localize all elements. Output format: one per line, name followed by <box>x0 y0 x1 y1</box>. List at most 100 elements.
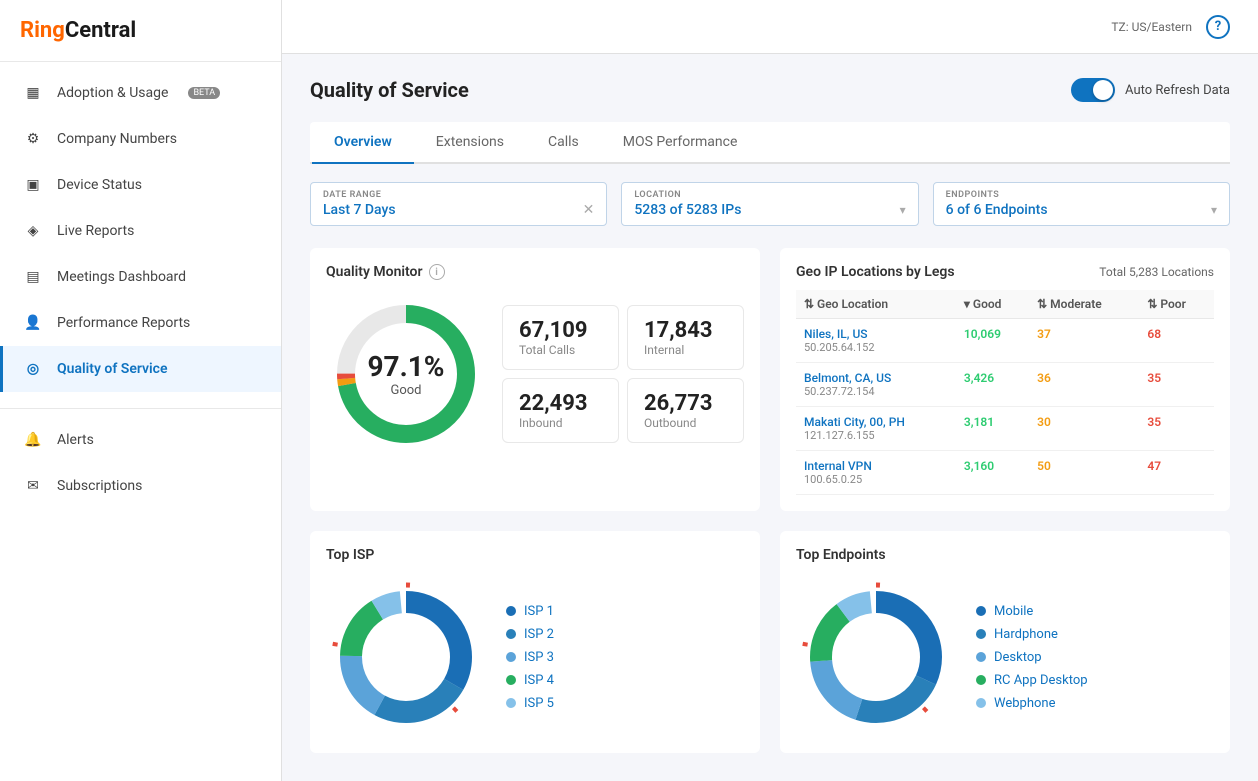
nav-label-device-status: Device Status <box>57 177 142 193</box>
sidebar-item-live-reports[interactable]: ◈ Live Reports <box>0 208 281 254</box>
legend-dot <box>506 698 516 708</box>
sidebar-item-performance-reports[interactable]: 👤 Performance Reports <box>0 300 281 346</box>
internal-label: Internal <box>644 343 727 357</box>
auto-refresh-toggle[interactable] <box>1071 78 1115 102</box>
alerts-icon: 🔔 <box>23 430 43 450</box>
isp-legend-isp-1[interactable]: ISP 1 <box>506 604 554 619</box>
legend-label: ISP 4 <box>524 673 554 688</box>
nav-badge-adoption: BETA <box>188 87 220 99</box>
help-icon[interactable]: ? <box>1206 15 1230 39</box>
tab-mos-performance[interactable]: MOS Performance <box>601 122 760 164</box>
top-endpoints-section: Top Endpoints MobileHardphon <box>780 531 1230 753</box>
endpoints-dropdown-arrow[interactable]: ▾ <box>1211 203 1217 217</box>
adoption-icon: ▦ <box>23 83 43 103</box>
table-row: Internal VPN 100.65.0.25 3,160 50 47 <box>796 451 1214 495</box>
top-endpoints-donut <box>796 577 956 737</box>
sidebar-item-subscriptions[interactable]: ✉ Subscriptions <box>0 463 281 509</box>
endpoints-filter[interactable]: ENDPOINTS 6 of 6 Endpoints ▾ <box>933 182 1230 226</box>
geo-moderate-cell: 30 <box>1029 407 1139 451</box>
location-filter[interactable]: LOCATION 5283 of 5283 IPs ▾ <box>621 182 918 226</box>
legend-dot <box>976 675 986 685</box>
sidebar-item-meetings-dashboard[interactable]: ▤ Meetings Dashboard <box>0 254 281 300</box>
topbar: TZ: US/Eastern ? <box>282 0 1258 54</box>
sidebar-item-alerts[interactable]: 🔔 Alerts <box>0 417 281 463</box>
geo-location-cell[interactable]: Belmont, CA, US 50.237.72.154 <box>796 363 956 407</box>
geo-col-poor[interactable]: ⇅ Poor <box>1139 290 1214 319</box>
internal-stat: 17,843 Internal <box>627 305 744 370</box>
isp-legend-isp-2[interactable]: ISP 2 <box>506 627 554 642</box>
nav-label-quality-of-service: Quality of Service <box>57 361 168 377</box>
legend-dot <box>506 629 516 639</box>
legend-dot <box>506 606 516 616</box>
geo-poor-cell: 47 <box>1139 451 1214 495</box>
nav-label-live-reports: Live Reports <box>57 223 134 239</box>
geo-location-cell[interactable]: Makati City, 00, PH 121.127.6.155 <box>796 407 956 451</box>
top-isp-legend: ISP 1 ISP 2 ISP 3 ISP 4 ISP 5 <box>506 604 554 711</box>
nav-label-company-numbers: Company Numbers <box>57 131 177 147</box>
live-reports-icon: ◈ <box>23 221 43 241</box>
geo-location-cell[interactable]: Niles, IL, US 50.205.64.152 <box>796 319 956 363</box>
geo-poor-cell: 35 <box>1139 363 1214 407</box>
legend-label: ISP 5 <box>524 696 554 711</box>
location-value: 5283 of 5283 IPs <box>634 202 741 218</box>
bottom-charts-row: Top ISP ISP 1 <box>310 531 1230 753</box>
geo-col-moderate[interactable]: ⇅ Moderate <box>1029 290 1139 319</box>
stats-grid: 67,109 Total Calls 17,843 Internal 22,49… <box>502 305 744 443</box>
table-row: Belmont, CA, US 50.237.72.154 3,426 36 3… <box>796 363 1214 407</box>
geo-moderate-cell: 50 <box>1029 451 1139 495</box>
nav-label-alerts: Alerts <box>57 432 94 448</box>
geo-good-cell: 10,069 <box>956 319 1029 363</box>
date-range-clear[interactable]: ✕ <box>583 202 595 218</box>
isp-legend-isp-3[interactable]: ISP 3 <box>506 650 554 665</box>
sidebar-item-company-numbers[interactable]: ⚙ Company Numbers <box>0 116 281 162</box>
total-calls-label: Total Calls <box>519 343 602 357</box>
isp-legend-isp-5[interactable]: ISP 5 <box>506 696 554 711</box>
geo-good-cell: 3,181 <box>956 407 1029 451</box>
page-header: Quality of Service Auto Refresh Data <box>310 78 1230 102</box>
subscriptions-icon: ✉ <box>23 476 43 496</box>
endpoint-legend-mobile[interactable]: Mobile <box>976 604 1088 619</box>
sidebar-item-quality-of-service[interactable]: ◎ Quality of Service <box>0 346 281 392</box>
endpoint-legend-rc-app desktop[interactable]: RC App Desktop <box>976 673 1088 688</box>
legend-label: ISP 1 <box>524 604 554 619</box>
geo-table: ⇅ Geo Location ▾ Good ⇅ Moderate ⇅ Poor … <box>796 290 1214 495</box>
endpoint-legend-webphone[interactable]: Webphone <box>976 696 1088 711</box>
meetings-dashboard-icon: ▤ <box>23 267 43 287</box>
top-isp-donut <box>326 577 486 737</box>
legend-dot <box>506 675 516 685</box>
geo-poor-cell: 68 <box>1139 319 1214 363</box>
sidebar-item-adoption[interactable]: ▦ Adoption & Usage BETA <box>0 70 281 116</box>
endpoint-legend-hardphone[interactable]: Hardphone <box>976 627 1088 642</box>
geo-col-location[interactable]: ⇅ Geo Location <box>796 290 956 319</box>
top-endpoints-legend: Mobile Hardphone Desktop RC App Desktop Webp… <box>976 604 1088 711</box>
content-area: Quality of Service Auto Refresh Data Ove… <box>282 54 1258 781</box>
auto-refresh-label: Auto Refresh Data <box>1125 83 1230 98</box>
outbound-value: 26,773 <box>644 391 727 416</box>
nav-label-meetings-dashboard: Meetings Dashboard <box>57 269 186 285</box>
quality-monitor-info-icon[interactable]: i <box>429 264 445 280</box>
geo-good-cell: 3,160 <box>956 451 1029 495</box>
outbound-stat: 26,773 Outbound <box>627 378 744 443</box>
quality-monitor-title: Quality Monitor i <box>326 264 744 280</box>
location-dropdown-arrow[interactable]: ▾ <box>900 203 906 217</box>
top-isp-section: Top ISP ISP 1 <box>310 531 760 753</box>
main-content: TZ: US/Eastern ? Quality of Service Auto… <box>282 0 1258 781</box>
endpoints-label: ENDPOINTS <box>946 190 1217 200</box>
total-calls-stat: 67,109 Total Calls <box>502 305 619 370</box>
quality-label: Good <box>367 383 444 398</box>
quality-monitor-donut: 97.1% Good <box>326 294 486 454</box>
endpoint-legend-desktop[interactable]: Desktop <box>976 650 1088 665</box>
tab-calls[interactable]: Calls <box>526 122 601 164</box>
quality-percentage: 97.1% <box>367 350 444 383</box>
geo-location-cell[interactable]: Internal VPN 100.65.0.25 <box>796 451 956 495</box>
isp-legend-isp-4[interactable]: ISP 4 <box>506 673 554 688</box>
tab-overview[interactable]: Overview <box>312 122 414 164</box>
legend-dot <box>976 629 986 639</box>
tab-extensions[interactable]: Extensions <box>414 122 526 164</box>
sidebar-item-device-status[interactable]: ▣ Device Status <box>0 162 281 208</box>
nav-label-performance-reports: Performance Reports <box>57 315 190 331</box>
date-range-filter[interactable]: DATE RANGE Last 7 Days ✕ <box>310 182 607 226</box>
legend-label: ISP 2 <box>524 627 554 642</box>
geo-title: Geo IP Locations by Legs <box>796 264 955 280</box>
geo-col-good[interactable]: ▾ Good <box>956 290 1029 319</box>
